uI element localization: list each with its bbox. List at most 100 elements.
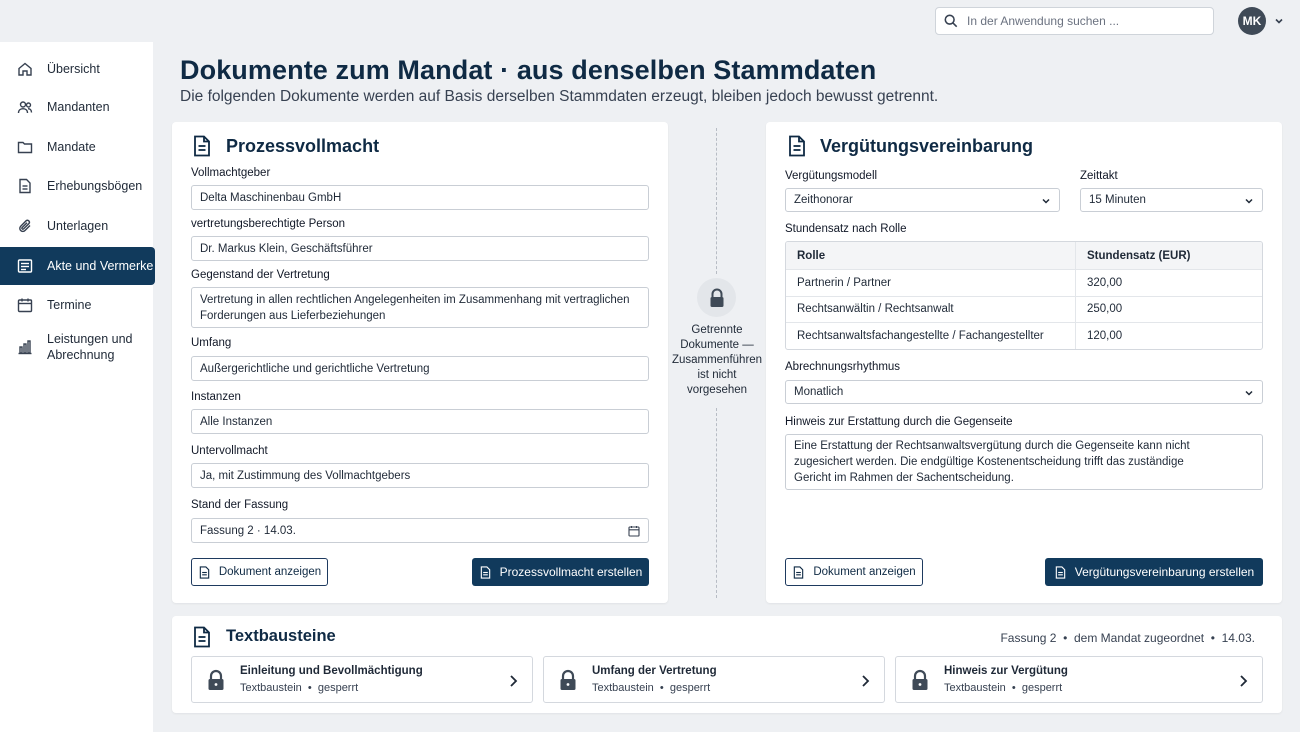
chevron-right-icon [1240,675,1248,687]
document-icon [789,135,805,157]
page-subtitle: Die folgenden Dokumente werden auf Basis… [180,88,939,105]
search-input[interactable] [967,14,1197,28]
sidebar: Übersicht Mandanten Mandate Erhebungsbög… [0,42,155,732]
table-cell-role: Rechtsanwaltsfachangestellte / Fachanges… [786,323,1076,349]
stand-value: Fassung 2 · 14.03. [200,524,296,537]
tile-name: Umfang der Vertretung [592,665,717,677]
separator-note: Getrennte Dokumente — Zusammenführen ist… [671,324,763,396]
verguetung-title: Vergütungsvereinbarung [820,136,1034,156]
tile-status: Textbaustein • gesperrt [944,682,1063,694]
zeittakt-select[interactable]: 15 Minuten [1080,188,1263,212]
chevron-right-icon [510,675,518,687]
stand-date-field[interactable]: Fassung 2 · 14.03. [191,518,649,543]
sidebar-item-akte-und-vermerke[interactable]: Akte und Vermerke [0,247,155,285]
gegenstand-field[interactable]: Vertretung in allen rechtlichen Angelege… [191,287,649,328]
vollmachtgeber-field[interactable]: Delta Maschinenbau GmbH [191,185,649,210]
user-avatar[interactable]: MK [1238,7,1266,35]
person-field[interactable]: Dr. Markus Klein, Geschäftsführer [191,236,649,261]
tile-status: Textbaustein • gesperrt [240,682,359,694]
instanzen-label: Instanzen [191,391,241,403]
prozessvollmacht-create-button[interactable]: Prozessvollmacht erstellen [472,558,649,586]
zeittakt-label: Zeittakt [1080,170,1118,182]
sidebar-item-label: Unterlagen [47,219,109,233]
chevron-down-icon [1245,390,1253,396]
hinweis-textarea[interactable]: Eine Erstattung der Rechtsanwaltsvergütu… [785,434,1263,490]
table-header-row: Rolle Stundensatz (EUR) [786,242,1262,269]
sidebar-item-label: Erhebungsbögen [47,179,143,193]
sidebar-item-label: Mandanten [47,100,110,114]
sidebar-item-mandanten[interactable]: Mandanten [0,88,155,126]
sidebar-item-termine[interactable]: Termine [0,286,155,324]
verguetung-view-button[interactable]: Dokument anzeigen [785,558,923,586]
search-box[interactable] [935,7,1214,35]
umfang-field[interactable]: Außergerichtliche und gerichtliche Vertr… [191,356,649,381]
prozessvollmacht-title: Prozessvollmacht [226,136,380,156]
verguetung-create-button[interactable]: Vergütungsvereinbarung erstellen [1045,558,1263,586]
tile-name: Hinweis zur Vergütung [944,665,1068,677]
textbausteine-meta: Fassung 2 • dem Mandat zugeordnet • 14.0… [1000,631,1255,645]
rhythmus-select[interactable]: Monatlich [785,380,1263,404]
rates-label: Stundensatz nach Rolle [785,223,907,235]
rhythmus-label: Abrechnungsrhythmus [785,361,901,373]
sidebar-item-label: Termine [47,298,92,312]
calendar-icon[interactable] [628,525,640,537]
sidebar-item-label: Akte und Vermerke [47,259,154,273]
table-row: Partnerin / Partner 320,00 [786,269,1262,296]
sidebar-item-mandate[interactable]: Mandate [0,128,155,166]
table-row: Rechtsanwaltsfachangestellte / Fachanges… [786,322,1262,349]
table-header-rate: Stundensatz (EUR) [1087,249,1191,262]
model-select[interactable]: Zeithonorar [785,188,1060,212]
list-icon [17,259,33,273]
table-cell-role: Rechtsanwältin / Rechtsanwalt [786,296,1076,322]
textbaustein-tile[interactable]: Umfang der Vertretung Textbaustein • ges… [543,656,885,703]
sidebar-item-label: Übersicht [47,62,100,76]
untervollmacht-field[interactable]: Ja, mit Zustimmung des Vollmachtgebers [191,463,649,488]
button-label: Vergütungsvereinbarung erstellen [1074,565,1255,579]
textbaustein-tile[interactable]: Einleitung und Bevollmächtigung Textbaus… [191,656,533,703]
paperclip-icon [19,219,31,233]
table-cell-rate[interactable]: 120,00 [1076,323,1262,349]
home-icon [18,62,32,76]
button-label: Dokument anzeigen [218,566,322,578]
button-label: Prozessvollmacht erstellen [499,565,643,579]
zeittakt-value: 15 Minuten [1089,194,1146,206]
bar-chart-icon [18,340,32,355]
rates-table: Rolle Stundensatz (EUR) Partnerin / Part… [785,241,1263,350]
prozessvollmacht-view-button[interactable]: Dokument anzeigen [191,558,328,586]
hinweis-label: Hinweis zur Erstattung durch die Gegense… [785,416,1013,428]
textbaustein-tile[interactable]: Hinweis zur Vergütung Textbaustein • ges… [895,656,1263,703]
document-icon [194,626,210,648]
model-value: Zeithonorar [794,194,853,206]
calendar-icon [17,298,33,313]
stand-label: Stand der Fassung [191,499,289,511]
untervollmacht-label: Untervollmacht [191,445,268,457]
sidebar-item-leistungen-und-abrechnung[interactable]: Leistungen und Abrechnung [0,325,155,369]
person-label: vertretungsberechtigte Person [191,218,346,230]
page-title: Dokumente zum Mandat · aus denselben Sta… [180,55,877,85]
textbausteine-title: Textbausteine [226,627,336,645]
instanzen-field[interactable]: Alle Instanzen [191,409,649,434]
document-icon [1055,565,1066,579]
lock-icon [912,669,928,690]
sidebar-item-label: Mandate [47,140,96,154]
table-row: Rechtsanwältin / Rechtsanwalt 250,00 [786,295,1262,323]
table-cell-rate[interactable]: 250,00 [1076,297,1262,323]
table-cell-rate[interactable]: 320,00 [1076,270,1262,296]
document-icon [19,178,31,194]
rhythmus-value: Monatlich [794,386,844,398]
tile-name: Einleitung und Bevollmächtigung [240,665,423,677]
table-cell-role: Partnerin / Partner [786,270,1076,296]
document-icon [480,565,490,579]
umfang-label: Umfang [191,337,232,349]
document-icon [194,135,210,157]
chevron-down-icon [1042,198,1050,204]
sidebar-item-unterlagen[interactable]: Unterlagen [0,207,155,245]
sidebar-item-erhebungsboegen[interactable]: Erhebungsbögen [0,167,155,205]
chevron-down-icon[interactable] [1273,15,1285,27]
chevron-down-icon [1245,198,1253,204]
gegenstand-label: Gegenstand der Vertretung [191,269,330,281]
separator-lock [697,278,736,317]
sidebar-item-uebersicht[interactable]: Übersicht [0,50,155,88]
table-header-role: Rolle [786,242,1076,269]
vollmachtgeber-label: Vollmachtgeber [191,167,271,179]
